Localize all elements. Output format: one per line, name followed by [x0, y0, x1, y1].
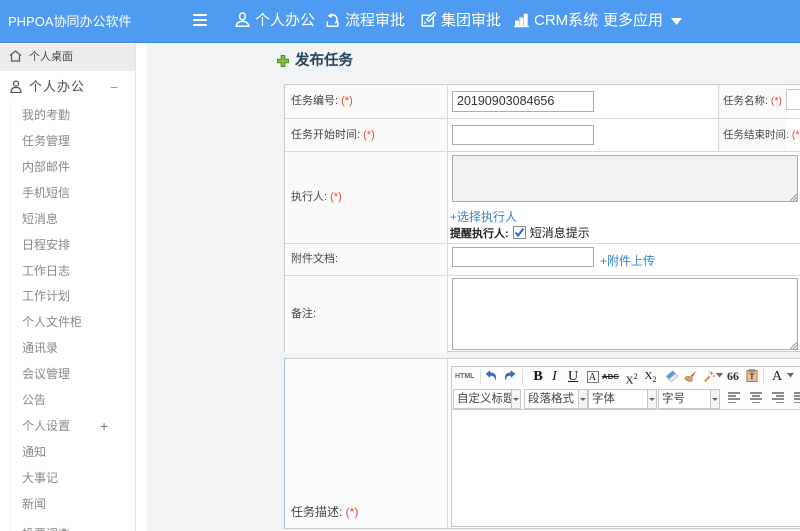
svg-text:T: T: [749, 373, 754, 382]
